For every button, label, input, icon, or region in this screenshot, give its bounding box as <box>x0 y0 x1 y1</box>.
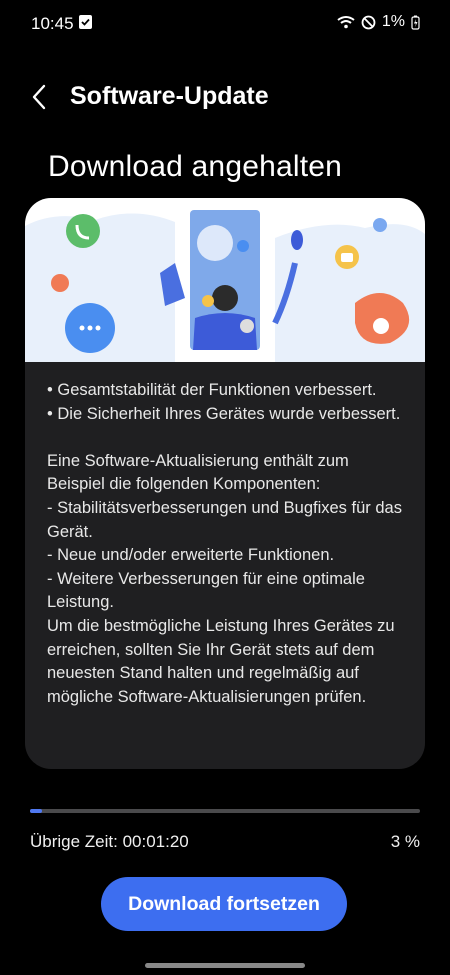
home-indicator[interactable] <box>145 963 305 968</box>
page-title: Software-Update <box>70 82 269 110</box>
update-illustration <box>25 198 425 362</box>
notification-check-icon <box>79 15 92 29</box>
resume-download-button[interactable]: Download fortsetzen <box>101 877 347 931</box>
remaining-time: Übrige Zeit: 00:01:20 <box>30 832 189 851</box>
release-notes-text: • Gesamtstabilität der Funktionen verbes… <box>47 381 402 706</box>
do-not-disturb-icon <box>361 15 376 29</box>
chevron-left-icon <box>32 84 46 110</box>
battery-percent: 1% <box>381 13 405 30</box>
app-bar: Software-Update <box>0 72 450 122</box>
download-progress-bar <box>30 809 420 813</box>
progress-percent: 3 % <box>390 832 420 851</box>
release-notes-card[interactable]: • Gesamtstabilität der Funktionen verbes… <box>25 198 425 769</box>
status-bar: 10:45 1% <box>0 0 450 48</box>
back-button[interactable] <box>22 80 56 114</box>
download-status-heading: Download angehalten <box>48 150 343 183</box>
download-progress-fill <box>30 809 42 813</box>
status-icons: 1% <box>337 13 420 31</box>
battery-charging-icon <box>411 15 420 30</box>
status-time: 10:45 <box>31 14 74 33</box>
wifi-icon <box>337 16 355 29</box>
